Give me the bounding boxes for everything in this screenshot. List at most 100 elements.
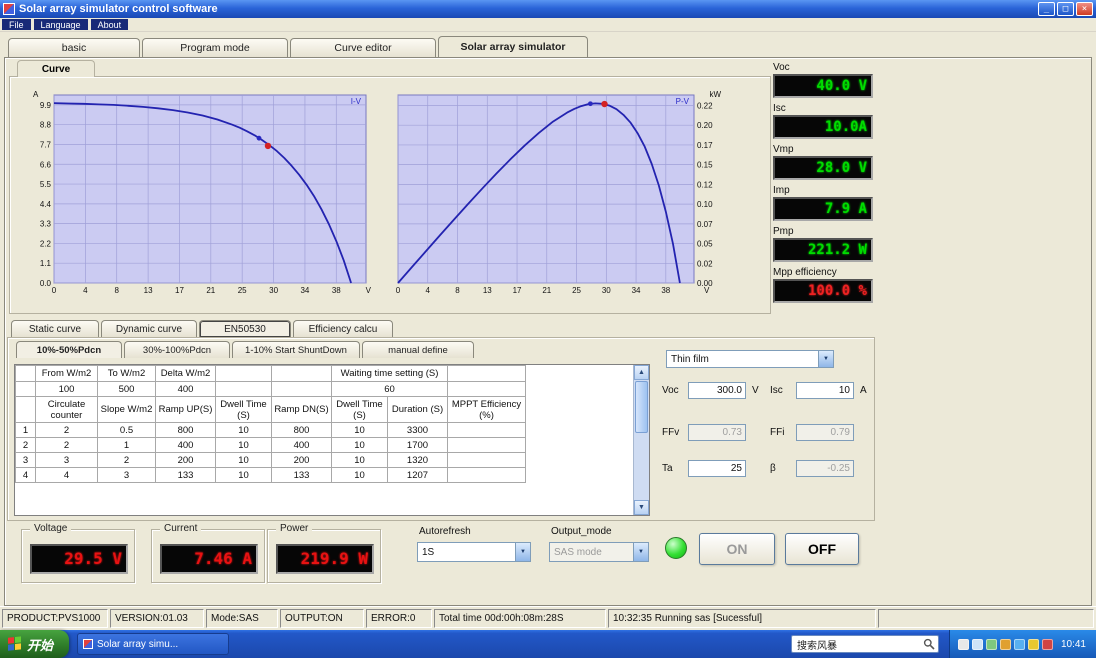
table-cell[interactable]: 0.5 xyxy=(97,422,156,438)
table-cell[interactable]: 3 xyxy=(15,452,36,468)
table-cell[interactable]: 800 xyxy=(155,422,216,438)
table-cell[interactable]: 4 xyxy=(35,467,98,483)
table-setting-cell[interactable]: 60 xyxy=(331,381,448,397)
table-cell[interactable]: 10 xyxy=(215,437,272,453)
tab-dynamic-curve[interactable]: Dynamic curve xyxy=(101,320,197,337)
tab-manual-define[interactable]: manual define xyxy=(362,341,474,358)
table-cell[interactable]: 10 xyxy=(331,422,388,438)
table-cell[interactable]: 10 xyxy=(331,452,388,468)
table-cell[interactable]: 10 xyxy=(331,467,388,483)
param-input-Voc[interactable]: 300.0 xyxy=(688,382,746,399)
table-cell[interactable]: 1320 xyxy=(387,452,448,468)
table-cell[interactable]: 3 xyxy=(97,467,156,483)
table-header-cell[interactable]: From W/m2 xyxy=(35,365,98,382)
table-header-cell[interactable] xyxy=(271,365,332,382)
taskbar-search-box[interactable]: 搜索风暴 xyxy=(790,635,939,653)
table-cell[interactable]: 10 xyxy=(215,452,272,468)
table-cell[interactable]: 3 xyxy=(35,452,98,468)
table-cell[interactable]: 1207 xyxy=(387,467,448,483)
table-cell[interactable] xyxy=(447,467,526,483)
table-header-cell[interactable] xyxy=(215,365,272,382)
table-column-header[interactable]: Dwell Time (S) xyxy=(215,396,272,423)
table-cell[interactable]: 800 xyxy=(271,422,332,438)
output-mode-select[interactable]: SAS mode ▼ xyxy=(549,542,649,562)
table-setting-cell[interactable] xyxy=(447,381,526,397)
table-header-cell[interactable]: Delta W/m2 xyxy=(155,365,216,382)
tray-icon-messenger[interactable] xyxy=(1013,638,1025,650)
table-scrollbar[interactable]: ▲ ▼ xyxy=(633,365,649,515)
table-cell[interactable] xyxy=(447,437,526,453)
table-cell[interactable]: 1 xyxy=(97,437,156,453)
table-header-cell[interactable] xyxy=(447,365,526,382)
table-column-header[interactable]: Slope W/m2 xyxy=(97,396,156,423)
close-button[interactable]: × xyxy=(1076,2,1093,16)
table-cell[interactable]: 1 xyxy=(15,422,36,438)
table-cell[interactable]: 200 xyxy=(271,452,332,468)
tray-icon-input-method[interactable] xyxy=(957,638,969,650)
pv-model-select[interactable]: Thin film ▼ xyxy=(666,350,834,368)
table-setting-cell[interactable]: 100 xyxy=(35,381,98,397)
chevron-down-icon[interactable]: ▼ xyxy=(515,543,530,561)
scroll-down-icon[interactable]: ▼ xyxy=(634,500,649,515)
start-button[interactable]: 开始 xyxy=(0,630,70,658)
param-input-FFi[interactable]: 0.79 xyxy=(796,424,854,441)
table-column-header[interactable]: Dwell Time (S) xyxy=(331,396,388,423)
table-cell[interactable]: 133 xyxy=(271,467,332,483)
minimize-button[interactable]: _ xyxy=(1038,2,1055,16)
table-cell[interactable]: 133 xyxy=(155,467,216,483)
table-column-header[interactable]: Circulate counter xyxy=(35,396,98,423)
tab-solar-array-simulator[interactable]: Solar array simulator xyxy=(438,36,588,57)
table-cell[interactable] xyxy=(447,422,526,438)
table-cell[interactable]: 2 xyxy=(35,437,98,453)
table-cell[interactable]: 2 xyxy=(97,452,156,468)
tab-curve-editor[interactable]: Curve editor xyxy=(290,38,436,57)
off-button[interactable]: OFF xyxy=(785,533,859,565)
tray-icon-antivirus[interactable] xyxy=(999,638,1011,650)
menu-item-about[interactable]: About xyxy=(90,19,129,30)
param-input-β[interactable]: -0.25 xyxy=(796,460,854,477)
window-titlebar[interactable]: Solar array simulator control software _… xyxy=(0,0,1096,18)
table-cell[interactable]: 3300 xyxy=(387,422,448,438)
table-setting-cell[interactable] xyxy=(271,381,332,397)
tray-icon-volume[interactable] xyxy=(971,638,983,650)
tray-icon-network[interactable] xyxy=(985,638,997,650)
table-cell[interactable]: 200 xyxy=(155,452,216,468)
table-setting-cell[interactable] xyxy=(215,381,272,397)
tray-icon-update[interactable] xyxy=(1027,638,1039,650)
search-icon[interactable] xyxy=(923,638,935,650)
table-header-cell[interactable]: Waiting time setting (S) xyxy=(331,365,448,382)
tab-program-mode[interactable]: Program mode xyxy=(142,38,288,57)
menu-item-file[interactable]: File xyxy=(2,19,31,30)
scroll-up-icon[interactable]: ▲ xyxy=(634,365,649,380)
table-cell[interactable]: 400 xyxy=(271,437,332,453)
param-input-FFv[interactable]: 0.73 xyxy=(688,424,746,441)
table-cell[interactable]: 2 xyxy=(15,437,36,453)
table-setting-cell[interactable] xyxy=(15,381,36,397)
scroll-thumb[interactable] xyxy=(635,381,648,433)
table-setting-cell[interactable]: 400 xyxy=(155,381,216,397)
tab-en50530[interactable]: EN50530 xyxy=(199,320,291,337)
table-column-header[interactable]: Ramp DN(S) xyxy=(271,396,332,423)
tab-10-50-pdcn[interactable]: 10%-50%Pdcn xyxy=(16,341,122,358)
table-cell[interactable]: 10 xyxy=(331,437,388,453)
menu-item-language[interactable]: Language xyxy=(33,19,88,30)
table-column-header[interactable] xyxy=(15,396,36,423)
table-cell[interactable]: 1700 xyxy=(387,437,448,453)
table-cell[interactable]: 10 xyxy=(215,467,272,483)
table-header-cell[interactable] xyxy=(15,365,36,382)
table-cell[interactable]: 400 xyxy=(155,437,216,453)
table-column-header[interactable]: MPPT Efficiency (%) xyxy=(447,396,526,423)
param-input-Isc[interactable]: 10 xyxy=(796,382,854,399)
tab-1-10-start-shuntdown[interactable]: 1-10% Start ShuntDown xyxy=(232,341,360,358)
tab-static-curve[interactable]: Static curve xyxy=(11,320,99,337)
param-input-Ta[interactable]: 25 xyxy=(688,460,746,477)
taskbar-window-button[interactable]: Solar array simu... xyxy=(77,633,230,655)
tab-basic[interactable]: basic xyxy=(8,38,140,57)
chevron-down-icon[interactable]: ▼ xyxy=(818,351,833,367)
autorefresh-select[interactable]: 1S ▼ xyxy=(417,542,531,562)
table-cell[interactable]: 10 xyxy=(215,422,272,438)
table-cell[interactable]: 2 xyxy=(35,422,98,438)
maximize-button[interactable]: □ xyxy=(1057,2,1074,16)
tab-curve[interactable]: Curve xyxy=(17,60,95,77)
table-header-cell[interactable]: To W/m2 xyxy=(97,365,156,382)
